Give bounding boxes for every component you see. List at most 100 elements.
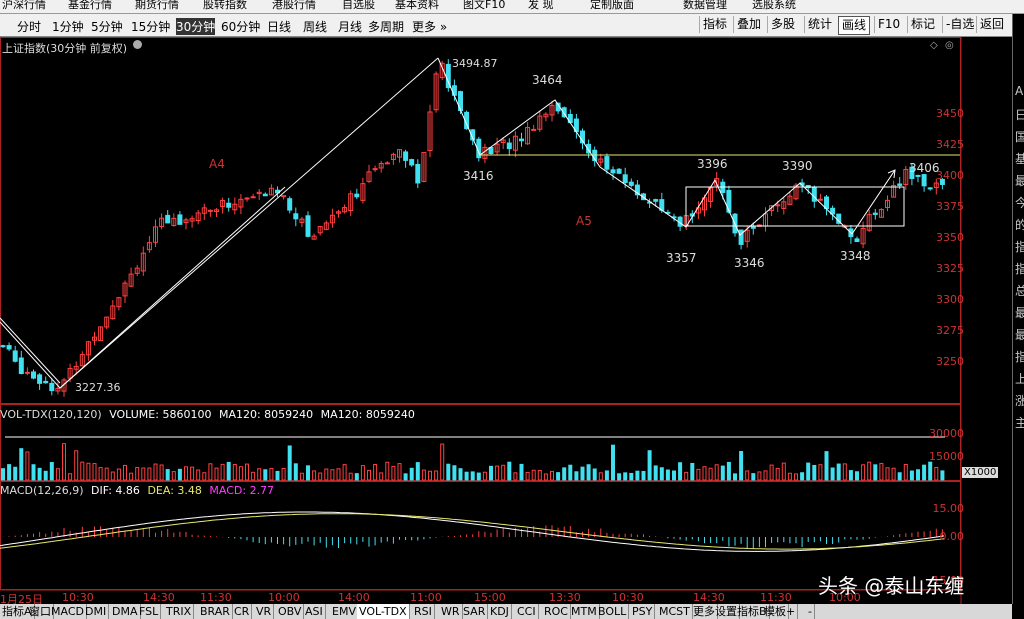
- time-axis-label: 14:30: [143, 591, 175, 604]
- toolbar-button[interactable]: 指标: [699, 16, 730, 33]
- period-tab[interactable]: 1分钟: [52, 18, 84, 35]
- top-menu-item[interactable]: 选股系统: [752, 0, 796, 12]
- indicator-tab[interactable]: DMI: [83, 604, 110, 619]
- candle-body: [519, 138, 524, 142]
- top-menu-item[interactable]: 基金行情: [68, 0, 112, 12]
- period-tab[interactable]: 60分钟: [221, 18, 260, 35]
- indicator-tab[interactable]: OBV: [276, 604, 305, 619]
- side-strip-char: 上: [1015, 372, 1024, 386]
- indicator-tab[interactable]: PSY: [630, 604, 656, 619]
- volume-ma1: MA120: 8059240: [218, 408, 314, 421]
- volume-bar: [141, 467, 146, 481]
- indicator-tab[interactable]: ASI: [303, 604, 326, 619]
- volume-bar: [916, 469, 920, 481]
- volume-bar: [190, 466, 195, 481]
- collapse-icon[interactable]: ◎: [945, 40, 954, 51]
- indicator-tab[interactable]: TRIX: [164, 604, 195, 619]
- volume-bar: [245, 463, 249, 481]
- toolbar-button[interactable]: -自选: [942, 16, 977, 33]
- indicator-tab[interactable]: DMA: [110, 604, 141, 619]
- volume-bar: [550, 470, 554, 481]
- volume-bar: [794, 473, 798, 481]
- side-strip-char: 总: [1015, 284, 1024, 298]
- volume-bar: [617, 473, 622, 481]
- indicator-tab[interactable]: ROC: [542, 604, 571, 619]
- volume-bar: [562, 467, 567, 481]
- macd-axis-0: 0.00: [939, 530, 965, 543]
- top-menu-item[interactable]: 数据管理: [683, 0, 727, 12]
- label-3346: 3346: [734, 256, 765, 270]
- toolbar-button[interactable]: F10: [874, 16, 903, 33]
- volume-bar: [757, 471, 762, 481]
- top-menu-item[interactable]: 股转指数: [203, 0, 247, 12]
- indicator-tab[interactable]: CCI: [515, 604, 539, 619]
- volume-bar: [116, 468, 121, 481]
- top-menu-item[interactable]: 沪深行情: [2, 0, 46, 12]
- toolbar-button[interactable]: 叠加: [733, 16, 764, 33]
- indicator-tab[interactable]: +: [784, 604, 799, 619]
- period-tab[interactable]: 多周期: [368, 18, 404, 35]
- volume-bar: [861, 464, 866, 481]
- indicator-tab[interactable]: VR: [254, 604, 275, 619]
- time-axis-label: 15:00: [474, 591, 506, 604]
- volume-bar: [232, 464, 237, 481]
- indicator-tab[interactable]: BRAR: [198, 604, 233, 619]
- volume-bar: [885, 467, 890, 481]
- indicator-tab[interactable]: BOLL: [596, 604, 630, 619]
- indicator-tab[interactable]: FSL: [137, 604, 162, 619]
- volume-bar: [74, 450, 79, 481]
- candle-body: [628, 181, 634, 186]
- diamond-icon[interactable]: ◇: [930, 40, 938, 51]
- period-tab[interactable]: 30分钟: [176, 18, 216, 35]
- indicator-tab[interactable]: -: [806, 604, 815, 619]
- indicator-tab[interactable]: RSI: [412, 604, 435, 619]
- period-tab[interactable]: 5分钟: [91, 18, 123, 35]
- volume-bar: [281, 467, 286, 481]
- volume-axis-30000: 30000: [929, 427, 964, 440]
- indicator-tab-bar: 指标A 窗口 MACD DMI DMA FSL TRIX BRAR CR VR OBV ASI EMV V…: [0, 604, 1012, 619]
- top-menu-item[interactable]: 基本资料: [395, 0, 439, 12]
- period-tab[interactable]: 周线: [303, 18, 327, 35]
- candle-body: [403, 151, 409, 161]
- top-menu-item[interactable]: 图文F10: [463, 0, 505, 12]
- indicator-tab[interactable]: CR: [232, 604, 253, 619]
- toolbar-button[interactable]: 画线: [838, 16, 871, 35]
- indicator-tab[interactable]: VOL-TDX: [357, 604, 410, 619]
- time-axis-label: 11:00: [410, 591, 442, 604]
- indicator-tab[interactable]: KDJ: [488, 604, 512, 619]
- top-menu-item[interactable]: 发 现: [528, 0, 554, 12]
- indicator-tab[interactable]: EMV: [330, 604, 359, 619]
- indicator-tab[interactable]: MCST: [657, 604, 693, 619]
- volume-bar: [867, 461, 872, 481]
- period-tab[interactable]: 更多 »: [412, 18, 447, 35]
- volume-bar: [403, 473, 408, 481]
- price-axis-label: 3300: [936, 293, 964, 306]
- indicator-tab[interactable]: SAR: [461, 604, 489, 619]
- period-tab[interactable]: 月线: [338, 18, 362, 35]
- volume-bar: [702, 466, 707, 481]
- candle-body: [18, 357, 24, 375]
- label-3464: 3464: [532, 73, 563, 87]
- toolbar-button[interactable]: 返回: [976, 16, 1007, 33]
- period-tab[interactable]: 分时: [17, 18, 41, 35]
- volume-bar: [293, 463, 298, 481]
- toolbar-button[interactable]: 统计: [804, 16, 835, 33]
- top-menu-item[interactable]: 自选股: [342, 0, 375, 12]
- volume-bar: [836, 463, 841, 481]
- candle-body: [281, 195, 287, 198]
- title-dropdown-icon[interactable]: [133, 40, 142, 49]
- period-tab[interactable]: 15分钟: [131, 18, 170, 35]
- indicator-tab[interactable]: WR: [439, 604, 463, 619]
- top-menu-item[interactable]: 期货行情: [135, 0, 179, 12]
- volume-bar: [452, 465, 457, 481]
- toolbar-button[interactable]: 多股: [767, 16, 798, 33]
- volume-bar: [769, 464, 774, 481]
- toolbar-button[interactable]: 标记: [907, 16, 938, 33]
- top-menu-item[interactable]: 定制版面: [590, 0, 634, 12]
- top-menu-item[interactable]: 港股行情: [272, 0, 316, 12]
- period-tab[interactable]: 日线: [267, 18, 291, 35]
- candle-body: [250, 196, 256, 199]
- volume-bar: [482, 471, 487, 481]
- indicator-tab[interactable]: MACD: [49, 604, 87, 619]
- volume-axis-15000: 15000: [929, 450, 964, 463]
